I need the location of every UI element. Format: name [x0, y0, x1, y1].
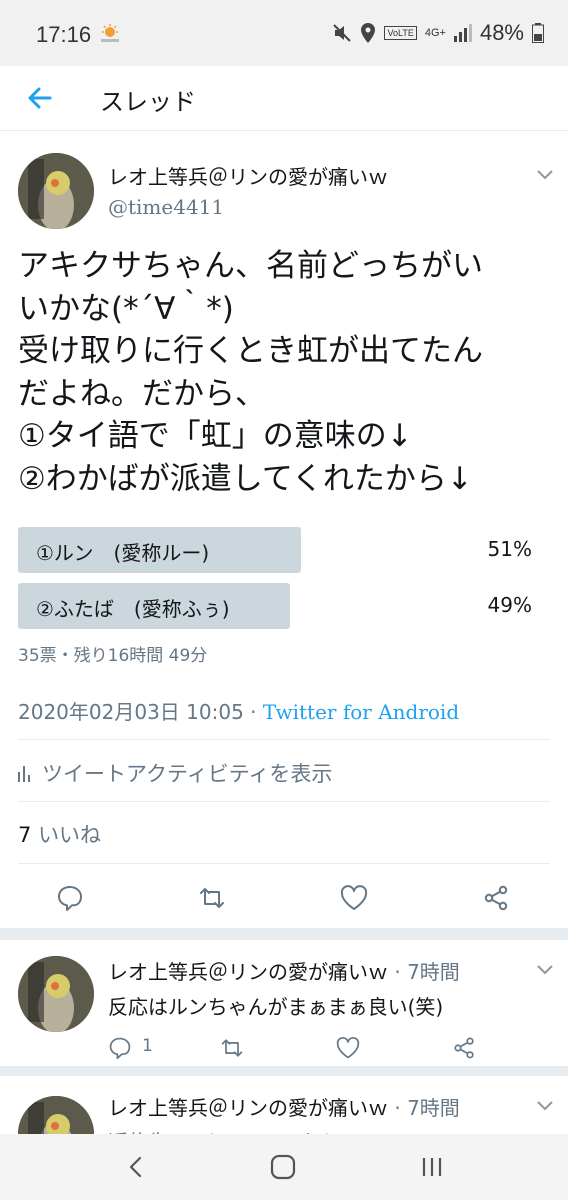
author-name[interactable]: レオ上等兵＠リンの愛が痛いｗ [108, 1096, 388, 1120]
client-link[interactable]: Twitter for Android [263, 700, 459, 724]
poll-option-label: ①ルン (愛称ルー) [36, 541, 210, 565]
poll-option-percent: 49% [487, 593, 532, 617]
weather-icon [101, 24, 119, 42]
status-bar: 17:16 VoLTE 4G+ 48% [0, 0, 568, 66]
tweet-activity-link[interactable]: ツイートアクティビティを表示 [18, 758, 332, 788]
poll-option-percent: 51% [487, 537, 532, 561]
analytics-icon [18, 766, 30, 782]
reply-time: 7時間 [407, 1096, 460, 1120]
timestamp: 2020年02月03日 10:05 [18, 700, 244, 724]
reply-icon[interactable] [56, 884, 84, 912]
like-icon[interactable] [336, 1036, 360, 1060]
android-nav-bar [0, 1134, 568, 1200]
avatar[interactable] [18, 956, 94, 1032]
battery-percent: 48% [479, 20, 524, 45]
battery-icon [532, 23, 544, 43]
section-gap [0, 928, 568, 940]
reply-text: 反応はルンちゃんがまぁまぁ良い(笑) [108, 995, 444, 1019]
signal-icon [453, 24, 472, 42]
poll-option-label: ②ふたば (愛称ふぅ) [36, 597, 230, 621]
avatar[interactable] [18, 1096, 94, 1134]
share-icon[interactable] [452, 1036, 476, 1060]
chevron-down-icon[interactable] [536, 964, 554, 976]
back-arrow-icon[interactable] [24, 82, 56, 114]
section-gap [0, 1066, 568, 1076]
reply-tweet[interactable]: レオ上等兵＠リンの愛が痛いｗ · 7時間 返信先: @time4411さん [0, 1076, 568, 1134]
page-title: スレッド [100, 88, 196, 116]
network-type: 4G+ [424, 27, 446, 39]
poll-meta: 35票・残り16時間 49分 [18, 646, 208, 666]
app-bar: スレッド [0, 66, 568, 131]
chevron-down-icon[interactable] [536, 1100, 554, 1112]
reply-icon[interactable] [108, 1036, 132, 1060]
likes-count: 7 [18, 823, 32, 847]
divider [18, 739, 550, 740]
reply-count: 1 [142, 1036, 153, 1056]
activity-label: ツイートアクティビティを表示 [42, 762, 333, 786]
avatar-image [18, 153, 94, 229]
reply-header: レオ上等兵＠リンの愛が痛いｗ · 7時間 [108, 1096, 460, 1120]
poll-option-1: ①ルン (愛称ルー) 51% [18, 527, 552, 573]
reply-tweet[interactable]: レオ上等兵＠リンの愛が痛いｗ · 7時間 反応はルンちゃんがまぁまぁ良い(笑) … [0, 940, 568, 1066]
poll-option-2: ②ふたば (愛称ふぅ) 49% [18, 583, 552, 629]
share-icon[interactable] [482, 884, 510, 912]
location-icon [361, 23, 376, 43]
likes-summary[interactable]: 7 いいね [18, 819, 101, 849]
tweet-text: アキクサちゃん、名前どっちがい いかな(*´∀｀*) 受け取りに行くとき虹が出て… [18, 248, 483, 497]
recent-apps-icon[interactable] [420, 1155, 444, 1179]
divider [18, 863, 550, 864]
author-name[interactable]: レオ上等兵＠リンの愛が痛いｗ [108, 960, 388, 984]
tweet-datetime: 2020年02月03日 10:05 · Twitter for Android [18, 700, 460, 724]
home-icon[interactable] [270, 1154, 296, 1180]
retweet-icon[interactable] [220, 1036, 244, 1060]
volte-badge: VoLTE [384, 26, 417, 40]
likes-label: いいね [38, 823, 102, 847]
divider [18, 801, 550, 802]
avatar[interactable] [18, 153, 94, 229]
mute-icon [333, 24, 352, 42]
back-icon[interactable] [126, 1155, 146, 1179]
reply-header: レオ上等兵＠リンの愛が痛いｗ · 7時間 [108, 960, 460, 984]
retweet-icon[interactable] [198, 884, 226, 912]
author-handle[interactable]: @time4411 [108, 195, 224, 219]
reply-to-label: 返信先: @time4411さん [108, 1126, 337, 1134]
status-time: 17:16 [36, 22, 92, 47]
reply-time: 7時間 [407, 960, 460, 984]
avatar-image [18, 1096, 94, 1134]
author-name[interactable]: レオ上等兵＠リンの愛が痛いｗ [108, 161, 388, 190]
avatar-image [18, 956, 94, 1032]
chevron-down-icon[interactable] [536, 169, 554, 181]
like-icon[interactable] [340, 884, 368, 912]
